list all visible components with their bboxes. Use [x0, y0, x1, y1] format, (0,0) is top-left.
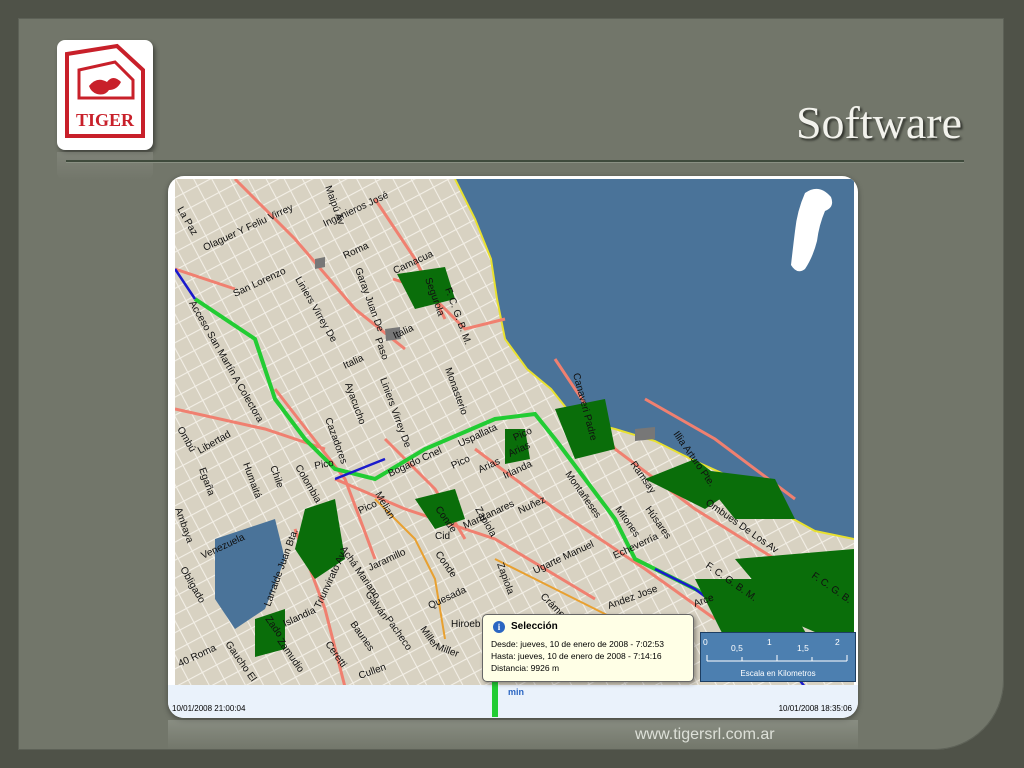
slide-title: Software	[795, 97, 962, 148]
scale-tick: 0,5	[731, 643, 743, 653]
logo-text: TIGER	[76, 110, 135, 130]
street-label: Hiroeb	[451, 619, 481, 630]
scale-ruler	[706, 655, 848, 662]
info-icon: i	[493, 621, 505, 633]
popup-to: Hasta: jueves, 10 de enero de 2008 - 7:1…	[491, 651, 662, 661]
logo-reflection	[57, 152, 153, 180]
timeline-selection-marker[interactable]	[492, 679, 499, 717]
scale-caption: Escala en Kilometros	[740, 669, 816, 678]
scale-tick: 2	[835, 637, 840, 647]
map-view[interactable]: La Paz Olaguer Y Feliu Virrey Maipú Av I…	[175, 179, 854, 687]
popup-distance: Distancia: 9926 m	[491, 663, 560, 673]
scale-tick: 1,5	[797, 643, 809, 653]
popup-from: Desde: jueves, 10 de enero de 2008 - 7:0…	[491, 639, 664, 649]
tiger-logo: TIGER	[57, 40, 153, 150]
timeline-end: 10/01/2008 18:35:06	[778, 704, 852, 713]
timeline-bar[interactable]: min 10/01/2008 21:00:04 10/01/2008 18:35…	[168, 679, 858, 718]
map-canvas: La Paz Olaguer Y Feliu Virrey Maipú Av I…	[175, 179, 854, 687]
scale-tick: 1	[767, 637, 772, 647]
scale-tick: 0	[703, 637, 708, 647]
street-label: Cid	[435, 531, 450, 542]
popup-title: Selección	[511, 621, 558, 632]
scale-bar: 0 0,5 1 1,5 2 Escala en Kilometros	[700, 632, 856, 682]
title-divider	[66, 160, 964, 163]
timeline-unit: min	[508, 687, 525, 697]
timeline-start: 10/01/2008 21:00:04	[172, 704, 246, 713]
footer-url[interactable]: www.tigersrl.com.ar	[635, 726, 775, 744]
selection-popup: i Selección Desde: jueves, 10 de enero d…	[482, 614, 694, 682]
